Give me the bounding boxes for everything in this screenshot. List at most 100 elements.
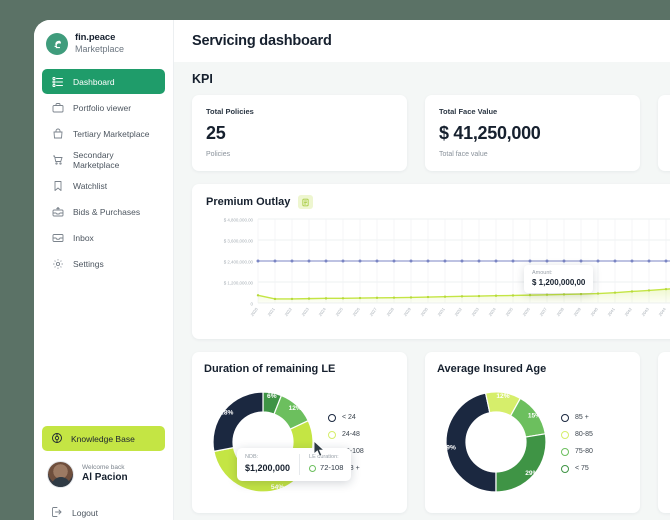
duration-remaining-le-donut[interactable]: 6% 12% 54% 28%	[204, 383, 322, 501]
logout-button[interactable]: Logout	[42, 502, 165, 520]
kpi-label: Total Policies	[206, 107, 254, 116]
legend-item[interactable]: 24-48	[328, 430, 364, 439]
duration-remaining-le-title: Duration of remaining LE	[204, 363, 336, 375]
premium-chart-tooltip: Amount: $ 1,200,000,00	[524, 265, 594, 293]
donut-slice-label: 12%	[289, 405, 302, 412]
premium-outlay-chart: $ 4,800,000.00 $ 3,600,000.00 $ 2,400,000.…	[206, 215, 670, 333]
clipboard-icon[interactable]	[298, 195, 314, 209]
legend-item[interactable]: 80-85	[561, 430, 593, 439]
sidebar-item-bids-and-purchases[interactable]: Bids & Purchases	[42, 199, 165, 224]
svg-text:2020: 2020	[249, 306, 259, 317]
legend-item[interactable]: 75-80	[561, 447, 593, 456]
svg-text:2021: 2021	[266, 306, 276, 317]
svg-text:2040: 2040	[589, 306, 599, 317]
sidebar-item-label: Inbox	[73, 232, 94, 243]
page-title: Servicing dashboard	[192, 33, 332, 49]
svg-text:2042: 2042	[623, 306, 633, 317]
svg-text:$ 3,600,000.00: $ 3,600,000.00	[224, 238, 254, 243]
brand-text: fin.peace Marketplace	[75, 32, 125, 55]
duration-remaining-le-panel: Duration of remaining LE 6% 12% 54% 28% < 2…	[192, 352, 407, 513]
dashboard-content: KPI Total Policies 25 Policies Total Fac…	[174, 62, 670, 520]
sidebar-item-dashboard[interactable]: Dashboard	[42, 69, 165, 94]
legend-item[interactable]: < 75	[561, 464, 593, 473]
tooltip-label: Amount:	[532, 270, 553, 276]
donut-chart-row: Duration of remaining LE 6% 12% 54% 28% < 2…	[192, 352, 670, 513]
fin-peace-logo-icon	[46, 33, 68, 55]
legend-dot	[328, 430, 336, 439]
logout-label: Logout	[72, 508, 98, 518]
sidebar-item-secondary-marketplace[interactable]: Secondary Marketplace	[42, 147, 165, 172]
svg-text:2030: 2030	[419, 306, 429, 317]
legend-label: 85 +	[575, 414, 589, 421]
svg-text:2025: 2025	[334, 306, 344, 317]
kpi-card-row: Total Policies 25 Policies Total Face Va…	[192, 95, 670, 171]
legend-label: < 75	[575, 465, 589, 472]
sidebar-item-label: Watchlist	[73, 180, 108, 191]
kpi-value: 25	[206, 123, 226, 143]
sidebar-nav: Dashboard Portfolio viewer Tertiary Mark…	[34, 66, 173, 276]
avatar	[47, 461, 74, 488]
legend-dot	[309, 464, 317, 472]
user-profile[interactable]: Welcome back Al Pacion	[34, 461, 173, 488]
donut-tooltip-value-row: 72-108	[309, 463, 343, 473]
knowledge-base-icon	[51, 432, 63, 446]
kpi-section-title: KPI	[192, 72, 213, 86]
legend-dot	[561, 430, 569, 439]
bag-icon	[51, 127, 64, 140]
donut-slice-label: 54%	[271, 484, 284, 491]
legend-item[interactable]: 85 +	[561, 413, 593, 422]
average-insured-age-donut[interactable]: 49% 12% 15% 29%	[437, 383, 555, 501]
svg-text:2028: 2028	[385, 306, 395, 317]
user-text: Welcome back Al Pacion	[82, 464, 128, 485]
legend-item[interactable]: < 24	[328, 413, 364, 422]
svg-text:$ 4,800,000.00: $ 4,800,000.00	[224, 217, 254, 222]
sidebar-item-portfolio-viewer[interactable]: Portfolio viewer	[42, 95, 165, 120]
svg-text:2022: 2022	[283, 306, 293, 317]
svg-text:2044: 2044	[657, 306, 667, 317]
sidebar-item-tertiary-marketplace[interactable]: Tertiary Marketplace	[42, 121, 165, 146]
svg-text:2027: 2027	[368, 306, 378, 317]
donut-tooltip-label: NDB:	[245, 454, 259, 460]
donut-slice-label: 28%	[220, 409, 233, 416]
svg-text:2043: 2043	[640, 306, 650, 317]
sidebar-item-inbox[interactable]: Inbox	[42, 225, 165, 250]
topbar: Servicing dashboard	[174, 20, 670, 62]
svg-text:2029: 2029	[402, 306, 412, 317]
svg-text:2023: 2023	[300, 306, 310, 317]
svg-text:2024: 2024	[317, 306, 327, 317]
brand-subtitle: Marketplace	[75, 44, 125, 55]
donut-slice[interactable]	[495, 433, 547, 493]
sidebar-item-label: Tertiary Marketplace	[73, 128, 150, 139]
user-name: Al Pacion	[82, 472, 128, 484]
svg-text:2026: 2026	[351, 306, 361, 317]
brand: fin.peace Marketplace	[34, 20, 173, 66]
donut-slice-label: 15%	[528, 412, 541, 419]
briefcase-icon	[51, 101, 64, 114]
legend-label: 24-48	[342, 431, 360, 438]
legend-dot	[561, 413, 569, 422]
legend-dot	[561, 464, 569, 473]
sidebar-item-settings[interactable]: Settings	[42, 251, 165, 276]
kpi-label: Total Face Value	[439, 107, 498, 116]
cart-icon	[51, 153, 64, 166]
donut-slice-label: 29%	[525, 470, 538, 477]
knowledge-base-button[interactable]: Knowledge Base	[42, 426, 165, 451]
sidebar-item-watchlist[interactable]: Watchlist	[42, 173, 165, 198]
donut-tooltip-value: $1,200,000	[245, 463, 291, 474]
svg-text:2033: 2033	[470, 306, 480, 317]
donut-slice-label: 12%	[496, 393, 509, 400]
average-insured-age-title: Average Insured Age	[437, 363, 547, 375]
gear-icon	[51, 257, 64, 270]
average-insured-age-legend: 85 + 80-85 75-80 < 75	[561, 412, 593, 473]
kpi-sub: Total face value	[439, 151, 488, 158]
donut-slice[interactable]	[212, 391, 264, 453]
logout-icon	[51, 506, 63, 520]
sidebar-item-label: Bids & Purchases	[73, 206, 141, 217]
legend-label: 80-85	[575, 431, 593, 438]
main-area: Servicing dashboard KPI Total Policies 2…	[174, 20, 670, 520]
average-insured-age-panel: Average Insured Age 49% 12% 15% 29% 85 +	[425, 352, 640, 513]
legend-label: < 24	[342, 414, 356, 421]
donut-slice-label: 49%	[443, 444, 456, 451]
svg-text:2032: 2032	[453, 306, 463, 317]
sidebar: fin.peace Marketplace Dashboard Portfoli…	[34, 20, 174, 520]
